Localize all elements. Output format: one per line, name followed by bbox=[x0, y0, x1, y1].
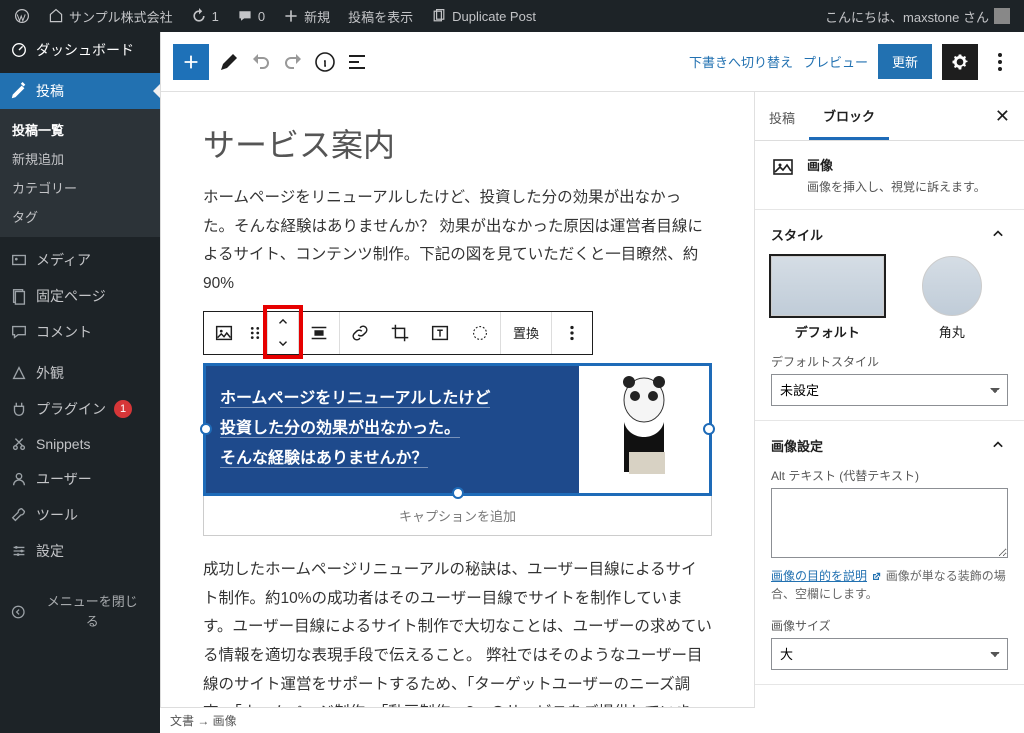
menu-pages[interactable]: 固定ページ bbox=[0, 278, 160, 314]
switch-to-draft[interactable]: 下書きへ切り替え bbox=[689, 52, 793, 71]
undo-icon[interactable] bbox=[249, 50, 273, 74]
edit-mode-icon[interactable] bbox=[217, 50, 241, 74]
image-block[interactable]: ホームページをリニューアルしたけど 投資した分の効果が出なかった。 そんな経験は… bbox=[203, 363, 712, 496]
menu-tools[interactable]: ツール bbox=[0, 497, 160, 533]
menu-collapse[interactable]: メニューを閉じる bbox=[0, 574, 160, 649]
resize-handle-left[interactable] bbox=[200, 423, 212, 435]
crop-button[interactable] bbox=[380, 312, 420, 354]
text-overlay-button[interactable] bbox=[420, 312, 460, 354]
menu-plugins[interactable]: プラグイン1 bbox=[0, 391, 160, 427]
settings-button[interactable] bbox=[942, 44, 978, 80]
block-breadcrumb[interactable]: 文書 → 画像 bbox=[160, 707, 755, 733]
preview-link[interactable]: プレビュー bbox=[803, 52, 868, 71]
inspector-panel: 投稿 ブロック ✕ 画像 画像を挿入し、視覚に訴えます。 スタイル bbox=[754, 92, 1024, 733]
block-movers bbox=[267, 312, 299, 354]
add-block-button[interactable] bbox=[173, 44, 209, 80]
avatar bbox=[994, 8, 1010, 24]
submenu-new-post[interactable]: 新規追加 bbox=[0, 144, 160, 173]
submenu-all-posts[interactable]: 投稿一覧 bbox=[0, 115, 160, 144]
alt-text-label: Alt テキスト (代替テキスト) bbox=[771, 467, 1008, 484]
menu-users[interactable]: ユーザー bbox=[0, 461, 160, 497]
image-content-text: ホームページをリニューアルしたけど 投資した分の効果が出なかった。 そんな経験は… bbox=[206, 366, 579, 493]
alt-help-link[interactable]: 画像の目的を説明 bbox=[771, 569, 867, 583]
style-round[interactable]: 角丸 bbox=[896, 256, 1009, 341]
resize-handle-bottom[interactable] bbox=[452, 487, 464, 499]
move-down-button[interactable] bbox=[268, 333, 298, 354]
move-up-button[interactable] bbox=[268, 312, 298, 333]
updates[interactable]: 1 bbox=[185, 0, 225, 32]
info-icon[interactable] bbox=[313, 50, 337, 74]
new-content[interactable]: 新規 bbox=[277, 0, 336, 32]
default-style-label: デフォルトスタイル bbox=[771, 353, 1008, 370]
update-button[interactable]: 更新 bbox=[878, 44, 932, 79]
block-name: 画像 bbox=[807, 155, 986, 174]
tab-block[interactable]: ブロック bbox=[809, 92, 889, 140]
menu-snippets[interactable]: Snippets bbox=[0, 427, 160, 461]
replace-button[interactable]: 置換 bbox=[501, 312, 551, 354]
menu-settings[interactable]: 設定 bbox=[0, 533, 160, 569]
submenu-tags[interactable]: タグ bbox=[0, 202, 160, 231]
block-editor: 下書きへ切り替え プレビュー 更新 サービス案内 ホームページをリニューアルした… bbox=[160, 32, 1024, 733]
menu-posts-sub: 投稿一覧 新規追加 カテゴリー タグ bbox=[0, 109, 160, 237]
admin-bar: サンプル株式会社 1 0 新規 投稿を表示 Duplicate Post こんに… bbox=[0, 0, 1024, 32]
submenu-categories[interactable]: カテゴリー bbox=[0, 173, 160, 202]
redo-icon[interactable] bbox=[281, 50, 305, 74]
alt-help-text: 画像の目的を説明 画像が単なる装飾の場合、空欄にします。 bbox=[771, 567, 1008, 603]
link-button[interactable] bbox=[340, 312, 380, 354]
align-button[interactable] bbox=[299, 312, 339, 354]
block-more-button[interactable] bbox=[552, 312, 592, 354]
image-figure bbox=[579, 366, 709, 493]
greeting[interactable]: こんにちは、maxstone さん bbox=[819, 0, 1016, 32]
image-size-label: 画像サイズ bbox=[771, 617, 1008, 634]
outline-icon[interactable] bbox=[345, 50, 369, 74]
editor-header: 下書きへ切り替え プレビュー 更新 bbox=[161, 32, 1024, 92]
comments-count[interactable]: 0 bbox=[231, 0, 271, 32]
block-toolbar: 置換 bbox=[203, 311, 593, 355]
menu-comments[interactable]: コメント bbox=[0, 314, 160, 350]
panel-styles[interactable]: スタイル bbox=[771, 224, 1008, 244]
site-name[interactable]: サンプル株式会社 bbox=[42, 0, 179, 32]
tab-post[interactable]: 投稿 bbox=[755, 94, 809, 139]
admin-sidemenu: ダッシュボード 投稿 投稿一覧 新規追加 カテゴリー タグ メディア 固定ページ… bbox=[0, 32, 160, 733]
paragraph-block[interactable]: ホームページをリニューアルしたけど、投資した分の効果が出なかった。そんな経験はあ… bbox=[203, 184, 712, 299]
duplicate-post[interactable]: Duplicate Post bbox=[425, 0, 542, 32]
menu-media[interactable]: メディア bbox=[0, 242, 160, 278]
duotone-button[interactable] bbox=[460, 312, 500, 354]
style-default[interactable]: デフォルト bbox=[771, 256, 884, 341]
plugin-update-badge: 1 bbox=[114, 400, 132, 418]
image-icon bbox=[771, 155, 795, 179]
menu-posts[interactable]: 投稿 bbox=[0, 73, 160, 109]
block-type-icon[interactable] bbox=[204, 312, 244, 354]
menu-dashboard[interactable]: ダッシュボード bbox=[0, 32, 160, 68]
view-post[interactable]: 投稿を表示 bbox=[342, 0, 419, 32]
block-drag-handle[interactable] bbox=[244, 312, 266, 354]
panel-image-settings[interactable]: 画像設定 bbox=[771, 435, 1008, 455]
close-inspector[interactable]: ✕ bbox=[981, 96, 1024, 137]
wp-logo[interactable] bbox=[8, 0, 36, 32]
editor-canvas[interactable]: サービス案内 ホームページをリニューアルしたけど、投資した分の効果が出なかった。… bbox=[161, 92, 754, 733]
image-caption[interactable]: キャプションを追加 bbox=[203, 496, 712, 536]
default-style-select[interactable]: 未設定 bbox=[771, 374, 1008, 406]
block-description: 画像を挿入し、視覚に訴えます。 bbox=[807, 178, 986, 195]
image-size-select[interactable]: 大 bbox=[771, 638, 1008, 670]
post-title[interactable]: サービス案内 bbox=[203, 120, 712, 166]
more-options-icon[interactable] bbox=[988, 50, 1012, 74]
menu-appearance[interactable]: 外観 bbox=[0, 355, 160, 391]
alt-text-input[interactable] bbox=[771, 488, 1008, 558]
resize-handle-right[interactable] bbox=[703, 423, 715, 435]
